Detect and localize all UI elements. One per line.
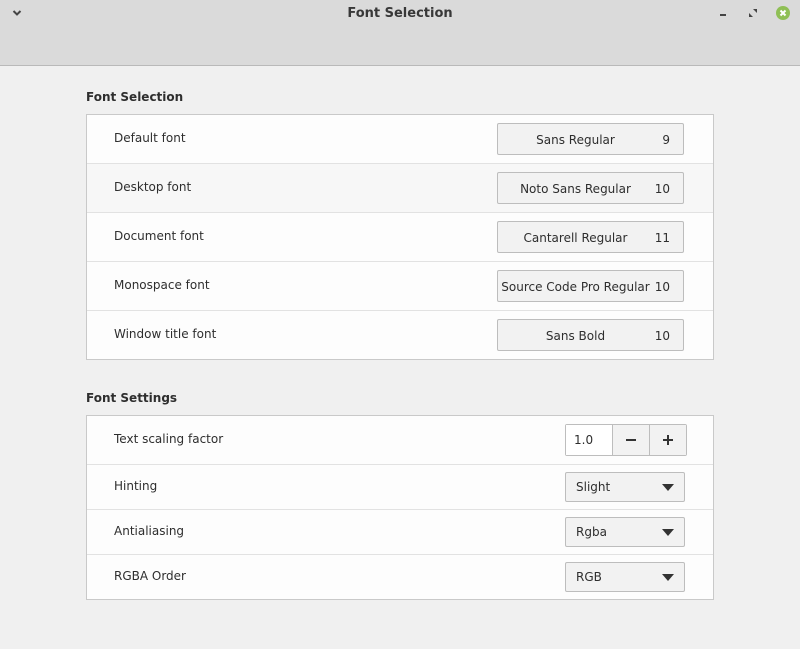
rgba-order-label: RGBA Order	[114, 569, 186, 583]
monospace-font-button[interactable]: Source Code Pro Regular 10	[497, 270, 684, 302]
font-size: 9	[662, 133, 670, 147]
default-font-label: Default font	[114, 131, 186, 145]
window-title-font-button[interactable]: Sans Bold 10	[497, 319, 684, 351]
window-title-font-label: Window title font	[114, 327, 217, 341]
hinting-label: Hinting	[114, 479, 158, 493]
antialiasing-value: Rgba	[576, 525, 607, 539]
desktop-font-label: Desktop font	[114, 180, 192, 194]
dropdown-arrow-icon	[662, 574, 674, 581]
decrement-button[interactable]	[612, 425, 649, 455]
font-selection-heading: Font Selection	[86, 90, 184, 104]
text-scaling-input[interactable]: 1.0	[566, 425, 612, 455]
font-name: Source Code Pro Regular	[501, 280, 650, 294]
rgba-order-value: RGB	[576, 570, 602, 584]
monospace-font-row: Monospace font Source Code Pro Regular 1…	[87, 262, 713, 311]
font-settings-heading: Font Settings	[86, 391, 178, 405]
document-font-row: Document font Cantarell Regular 11	[87, 213, 713, 262]
font-size: 10	[654, 280, 670, 294]
default-font-button[interactable]: Sans Regular 9	[497, 123, 684, 155]
font-selection-panel: Default font Sans Regular 9 Desktop font…	[86, 114, 714, 360]
increment-button[interactable]	[649, 425, 686, 455]
rgba-order-dropdown[interactable]: RGB	[565, 562, 685, 592]
font-name: Noto Sans Regular	[520, 182, 631, 196]
hinting-row: Hinting Slight	[87, 465, 713, 510]
font-name: Sans Bold	[545, 329, 606, 343]
font-settings-panel: Text scaling factor 1.0 Hinting Slight A…	[86, 415, 714, 600]
title-bar: Font Selection	[0, 0, 800, 66]
font-name: Sans Regular	[536, 133, 615, 147]
text-scaling-spinner: 1.0	[565, 424, 687, 456]
dropdown-arrow-icon	[662, 484, 674, 491]
close-icon	[776, 6, 790, 20]
hinting-value: Slight	[576, 480, 611, 494]
document-font-label: Document font	[114, 229, 204, 243]
window-title: Font Selection	[347, 6, 453, 21]
default-font-row: Default font Sans Regular 9	[87, 115, 713, 164]
desktop-font-row: Desktop font Noto Sans Regular 10	[87, 164, 713, 213]
maximize-icon	[749, 9, 757, 17]
maximize-button[interactable]	[744, 4, 762, 22]
desktop-font-button[interactable]: Noto Sans Regular 10	[497, 172, 684, 204]
dropdown-arrow-icon	[662, 529, 674, 536]
minimize-button[interactable]	[714, 4, 732, 22]
text-scaling-label: Text scaling factor	[114, 432, 224, 446]
antialiasing-row: Antialiasing Rgba	[87, 510, 713, 555]
rgba-order-row: RGBA Order RGB	[87, 555, 713, 599]
window-title-font-row: Window title font Sans Bold 10	[87, 311, 713, 359]
font-size: 10	[654, 329, 670, 343]
minimize-icon	[720, 14, 726, 16]
antialiasing-label: Antialiasing	[114, 524, 185, 538]
font-size: 11	[654, 231, 670, 245]
font-name: Cantarell Regular	[523, 231, 628, 245]
minus-icon	[626, 439, 636, 441]
close-button[interactable]	[774, 4, 792, 22]
document-font-button[interactable]: Cantarell Regular 11	[497, 221, 684, 253]
plus-icon	[663, 435, 673, 445]
monospace-font-label: Monospace font	[114, 278, 210, 292]
text-scaling-row: Text scaling factor 1.0	[87, 416, 713, 465]
hinting-dropdown[interactable]: Slight	[565, 472, 685, 502]
antialiasing-dropdown[interactable]: Rgba	[565, 517, 685, 547]
font-size: 10	[654, 182, 670, 196]
